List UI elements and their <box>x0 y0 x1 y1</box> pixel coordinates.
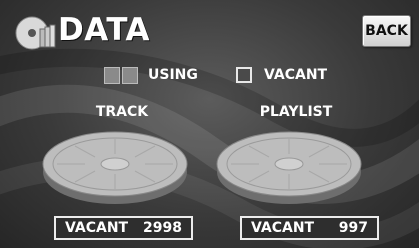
track-count-box: VACANT 2998 <box>54 216 193 240</box>
vacant-swatch <box>236 67 252 83</box>
playlist-count-value: 997 <box>338 220 368 236</box>
playlist-label: PLAYLIST <box>259 104 333 120</box>
back-button[interactable]: BACK <box>362 15 411 47</box>
playlist-capacity-disc <box>214 124 364 212</box>
using-legend-label: USING <box>148 67 198 83</box>
track-count-value: 2998 <box>143 220 182 236</box>
page-title: DATA <box>58 12 151 48</box>
data-screen: DATA BACK USING VACANT TRACK PLAYLIST VA… <box>0 0 419 248</box>
playlist-count-box: VACANT 997 <box>240 216 379 240</box>
track-capacity-disc <box>40 124 190 212</box>
disc-stack-icon <box>14 11 56 51</box>
playlist-status-label: VACANT <box>251 220 315 236</box>
track-label: TRACK <box>95 104 149 120</box>
using-swatch <box>104 67 138 84</box>
vacant-legend-label: VACANT <box>264 67 328 83</box>
track-status-label: VACANT <box>65 220 129 236</box>
